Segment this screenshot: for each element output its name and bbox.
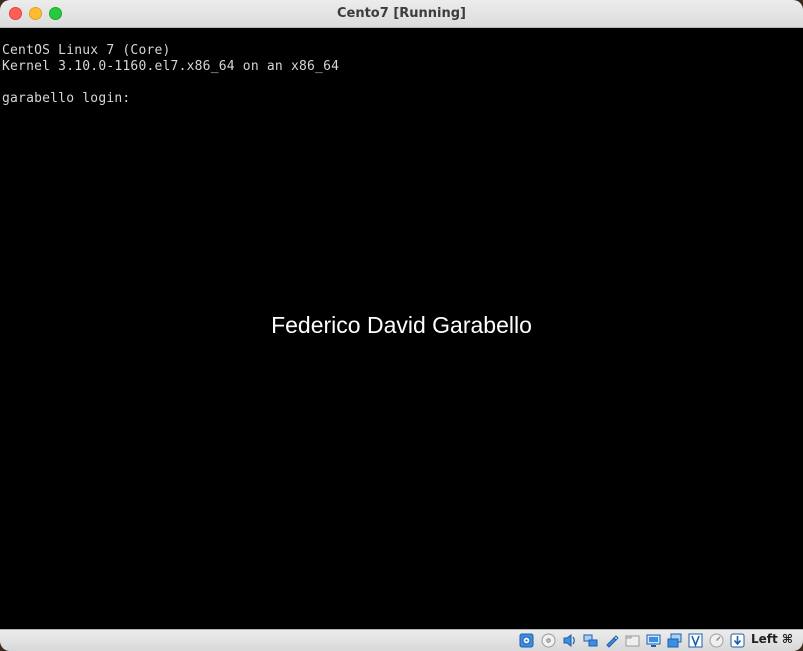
cpu-virtualization-icon[interactable]	[688, 633, 703, 648]
window-title: Cento7 [Running]	[336, 6, 466, 21]
console-login-prompt[interactable]: garabello login:	[2, 91, 130, 106]
console-line-kernel: Kernel 3.10.0-1160.el7.x86_64 on an x86_…	[2, 59, 340, 74]
mouse-integration-icon[interactable]	[709, 633, 724, 648]
audio-icon[interactable]	[562, 633, 577, 648]
network-icon[interactable]	[583, 633, 598, 648]
watermark-text: Federico David Garabello	[271, 312, 532, 338]
status-bar: Left ⌘	[0, 629, 803, 651]
recording-icon[interactable]	[667, 633, 682, 648]
shared-folders-icon[interactable]	[625, 633, 640, 648]
console-line-os: CentOS Linux 7 (Core)	[2, 43, 171, 58]
vm-window: Cento7 [Running] CentOS Linux 7 (Core) K…	[0, 0, 803, 651]
title-bar[interactable]: Cento7 [Running]	[0, 0, 803, 28]
display-icon[interactable]	[646, 633, 661, 648]
host-key-label: Left ⌘	[751, 632, 794, 646]
optical-drive-icon[interactable]	[541, 633, 556, 648]
hard-disk-icon[interactable]	[519, 633, 534, 648]
keyboard-icon[interactable]	[730, 633, 745, 648]
vm-console-screen[interactable]: CentOS Linux 7 (Core) Kernel 3.10.0-1160…	[0, 28, 803, 629]
usb-icon[interactable]	[604, 633, 619, 648]
